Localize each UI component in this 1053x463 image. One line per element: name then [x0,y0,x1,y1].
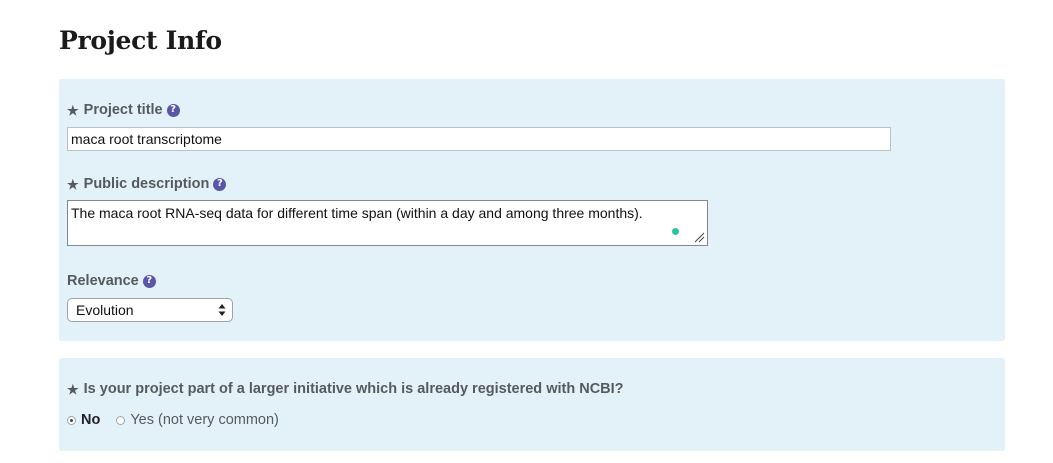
asterisk-icon: ★ [67,103,79,118]
page-title: Project Info [59,26,222,55]
radio-yes[interactable] [116,415,126,425]
initiative-question-row: ★ Is your project part of a larger initi… [67,381,624,397]
project-info-panel: ★ Project title ? maca root transcriptom… [59,79,1005,341]
public-description-label-row: ★ Public description ? [67,176,227,192]
resize-handle-icon[interactable] [693,231,705,243]
project-title-input[interactable]: maca root transcriptome [67,127,891,151]
public-description-label: Public description [83,176,210,192]
project-title-label-row: ★ Project title ? [67,102,180,118]
initiative-panel: ★ Is your project part of a larger initi… [59,358,1005,451]
project-title-label: Project title [83,102,163,118]
initiative-radio-group: No Yes (not very common) [67,412,279,428]
relevance-label-row: Relevance ? [67,273,156,289]
public-description-textarea[interactable]: The maca root RNA-seq data for different… [67,200,708,246]
initiative-question: Is your project part of a larger initiat… [83,381,624,397]
question-circle-icon[interactable]: ? [166,103,180,117]
asterisk-icon: ★ [67,177,79,192]
relevance-select[interactable]: Evolution [67,298,233,322]
asterisk-icon: ★ [67,382,79,397]
public-description-text: The maca root RNA-seq data for different… [71,205,643,221]
select-arrows-icon [218,304,226,316]
radio-no-label[interactable]: No [81,412,100,428]
radio-yes-label[interactable]: Yes (not very common) [130,412,279,428]
question-circle-icon[interactable]: ? [213,177,227,191]
question-circle-icon[interactable]: ? [142,274,156,288]
relevance-label: Relevance [67,273,139,289]
grammarly-indicator-icon[interactable] [672,228,679,235]
radio-no[interactable] [67,415,76,425]
relevance-selected-value: Evolution [76,302,134,318]
